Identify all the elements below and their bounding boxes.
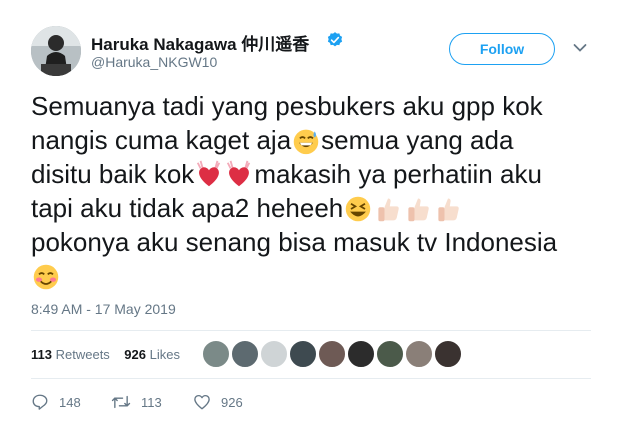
like-button[interactable]: 926 [193, 393, 243, 411]
retweets-label: Retweets [55, 347, 110, 362]
liker-avatar[interactable] [202, 340, 230, 368]
tweet-text-segment: nangis cuma kaget aja [31, 125, 292, 155]
thumbs-up-light-icon [408, 198, 429, 222]
reply-button[interactable]: 148 [31, 393, 81, 411]
thumbs-up-light-icon [438, 198, 459, 222]
likes-label: Likes [149, 347, 180, 362]
retweets-count: 113 [31, 347, 52, 362]
retweet-count: 113 [141, 394, 162, 410]
user-name[interactable]: Haruka Nakagawa 仲川遥香 [91, 30, 309, 55]
divider [31, 330, 591, 331]
liker-avatar[interactable] [231, 340, 259, 368]
heart-icon [194, 394, 210, 410]
retweet-icon [111, 395, 131, 409]
tweet-text-segment: disitu baik kok [31, 159, 195, 189]
tweet-line: tapi aku tidak apa2 heheeh [31, 191, 596, 225]
tweet-text: Semuanya tadi yang pesbukers aku gpp kok… [31, 89, 596, 293]
divider [31, 378, 591, 379]
thumbs-up-light-icon [378, 198, 399, 222]
tweet-line: disitu baik kok makasih ya perhatiin aku [31, 157, 596, 191]
grinning-sweat-face-icon [293, 129, 319, 155]
heart-with-raised-hands-icon [227, 160, 251, 187]
liker-avatar[interactable] [434, 340, 462, 368]
liker-avatar[interactable] [289, 340, 317, 368]
chevron-down-icon[interactable] [573, 43, 587, 53]
user-handle[interactable]: @Haruka_NKGW10 [91, 54, 217, 70]
tweet-text-segment: semua yang ada [321, 125, 514, 155]
liker-avatar[interactable] [260, 340, 288, 368]
tweet-line [31, 259, 596, 293]
liker-avatar[interactable] [347, 340, 375, 368]
like-count: 926 [221, 394, 243, 410]
liker-avatar[interactable] [376, 340, 404, 368]
retweet-button[interactable]: 113 [111, 393, 162, 411]
tweet-timestamp[interactable]: 8:49 AM - 17 May 2019 [31, 301, 176, 317]
tweet-text-segment: tapi aku tidak apa2 heheeh [31, 193, 344, 223]
liker-avatar[interactable] [318, 340, 346, 368]
verified-badge-icon [327, 32, 343, 47]
tweet-card: Haruka Nakagawa 仲川遥香 @Haruka_NKGW10 Foll… [0, 0, 622, 432]
follow-button[interactable]: Follow [449, 33, 555, 65]
tweet-line: pokonya aku senang bisa masuk tv Indones… [31, 225, 596, 259]
reply-count: 148 [59, 394, 81, 410]
likes-stat[interactable]: 926 Likes [124, 347, 180, 362]
smiling-blush-face-icon [33, 264, 59, 290]
tweet-text-segment: makasih ya perhatiin aku [254, 159, 542, 189]
user-avatar[interactable] [31, 26, 81, 76]
reply-icon [32, 394, 48, 410]
tweet-text-segment: pokonya aku senang bisa masuk tv Indones… [31, 227, 558, 257]
liker-avatar[interactable] [405, 340, 433, 368]
heart-with-raised-hands-icon [197, 160, 221, 187]
tweet-line: Semuanya tadi yang pesbukers aku gpp kok [31, 89, 596, 123]
likes-count: 926 [124, 347, 146, 362]
tweet-line: nangis cuma kaget aja semua yang ada [31, 123, 596, 157]
tweet-stats: 113 Retweets 926 Likes [31, 347, 180, 362]
retweets-stat[interactable]: 113 Retweets [31, 347, 110, 362]
tweet-text-segment: Semuanya tadi yang pesbukers aku gpp kok [31, 91, 543, 121]
laughing-face-icon [346, 196, 371, 222]
